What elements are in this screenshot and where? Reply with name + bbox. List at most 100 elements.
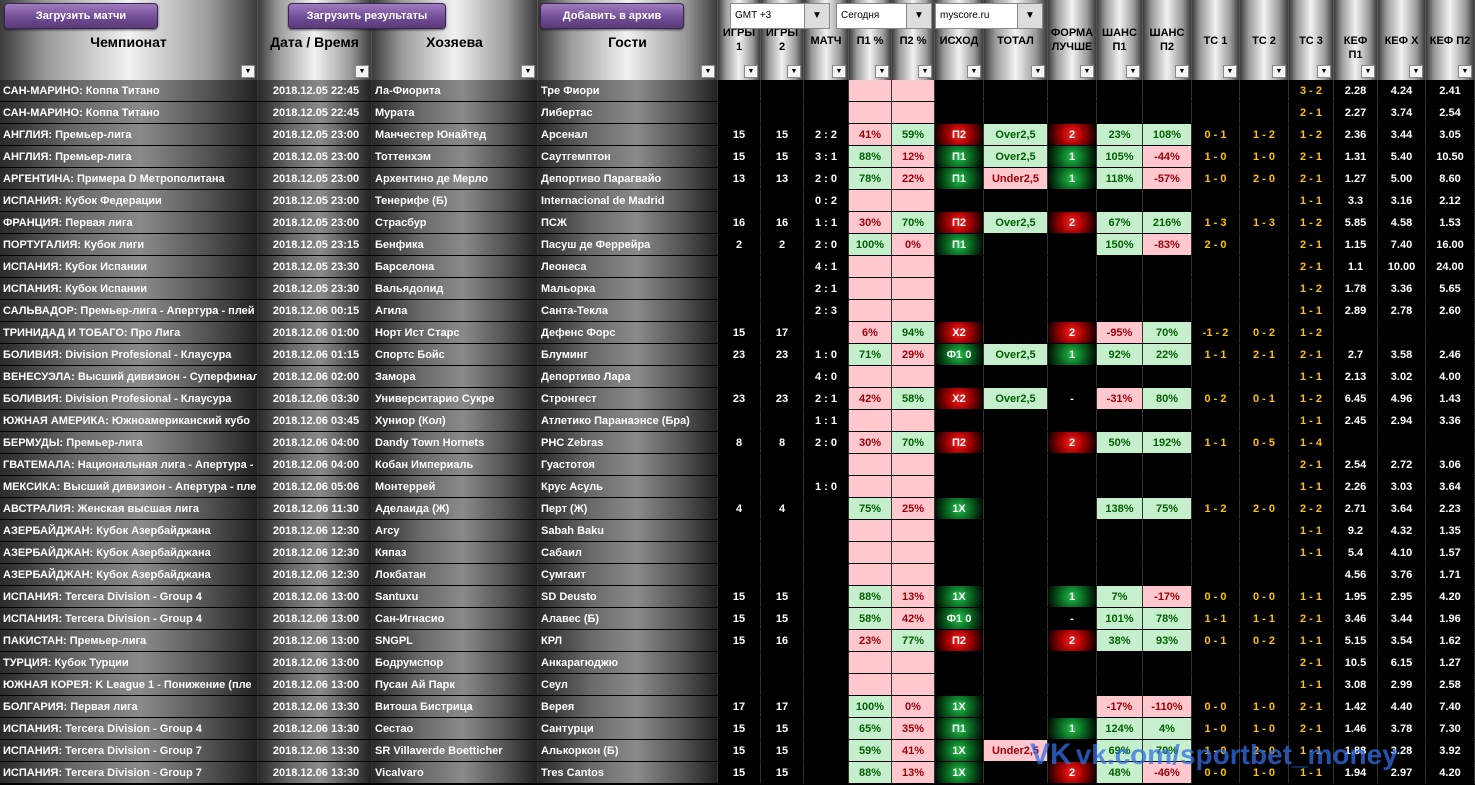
cell-p1[interactable]: [849, 278, 892, 299]
table-row[interactable]: ИСПАНИЯ: Tercera Division - Group 4 2018.…: [0, 608, 1475, 630]
cell-g2[interactable]: 15: [761, 718, 804, 739]
cell-g1[interactable]: 16: [718, 212, 761, 233]
cell-ch1[interactable]: [1097, 454, 1143, 475]
cell-ch1[interactable]: 124%: [1097, 718, 1143, 739]
cell-p1[interactable]: 6%: [849, 322, 892, 343]
cell-ts2[interactable]: [1240, 190, 1289, 211]
cell-ts3[interactable]: 2 - 1: [1289, 256, 1334, 277]
cell-k1[interactable]: 1.46: [1334, 718, 1378, 739]
cell-p2[interactable]: [892, 454, 935, 475]
cell-kx[interactable]: 2.94: [1378, 410, 1426, 431]
cell-match[interactable]: 2 : 0: [804, 234, 849, 255]
cell-g1[interactable]: 2: [718, 234, 761, 255]
filter-dropdown-icon[interactable]: ▼: [1361, 65, 1375, 78]
cell-p1[interactable]: 65%: [849, 718, 892, 739]
cell-ts1[interactable]: 1 - 0: [1192, 146, 1240, 167]
cell-g1[interactable]: [718, 454, 761, 475]
cell-ch1[interactable]: [1097, 102, 1143, 123]
cell-p2[interactable]: 35%: [892, 718, 935, 739]
cell-form[interactable]: [1048, 256, 1097, 277]
cell-out[interactable]: [935, 278, 984, 299]
cell-ch1[interactable]: [1097, 542, 1143, 563]
cell-out[interactable]: [935, 190, 984, 211]
table-row[interactable]: ПОРТУГАЛИЯ: Кубок лиги 2018.12.05 23:15 Бе…: [0, 234, 1475, 256]
cell-k1[interactable]: 6.45: [1334, 388, 1378, 409]
cell-home[interactable]: Страсбур: [372, 212, 538, 233]
cell-ch2[interactable]: [1143, 300, 1192, 321]
cell-k2[interactable]: 10.50: [1426, 146, 1475, 167]
filter-dropdown-icon[interactable]: ▼: [967, 65, 981, 78]
cell-k2[interactable]: 1.53: [1426, 212, 1475, 233]
cell-away[interactable]: Алавес (Б): [538, 608, 718, 629]
cell-champ[interactable]: БОЛИВИЯ: Division Profesional - Клаусура: [0, 344, 258, 365]
cell-g1[interactable]: [718, 652, 761, 673]
cell-ch1[interactable]: [1097, 256, 1143, 277]
cell-ch1[interactable]: [1097, 410, 1143, 431]
cell-ts2[interactable]: [1240, 256, 1289, 277]
cell-kx[interactable]: 6.15: [1378, 652, 1426, 673]
cell-kx[interactable]: 3.58: [1378, 344, 1426, 365]
cell-home[interactable]: Arcy: [372, 520, 538, 541]
cell-k2[interactable]: 2.60: [1426, 300, 1475, 321]
cell-date[interactable]: 2018.12.06 12:30: [258, 564, 372, 585]
cell-date[interactable]: 2018.12.06 02:00: [258, 366, 372, 387]
filter-dropdown-icon[interactable]: ▼: [744, 65, 758, 78]
cell-ch2[interactable]: [1143, 476, 1192, 497]
cell-p1[interactable]: [849, 256, 892, 277]
cell-champ[interactable]: ТУРЦИЯ: Кубок Турции: [0, 652, 258, 673]
cell-total[interactable]: [984, 190, 1048, 211]
cell-form[interactable]: [1048, 542, 1097, 563]
cell-home[interactable]: Тенерифе (Б): [372, 190, 538, 211]
cell-away[interactable]: КРЛ: [538, 630, 718, 651]
cell-away[interactable]: Верея: [538, 696, 718, 717]
cell-p2[interactable]: 77%: [892, 630, 935, 651]
cell-date[interactable]: 2018.12.05 23:00: [258, 124, 372, 145]
cell-total[interactable]: [984, 586, 1048, 607]
cell-form[interactable]: 2: [1048, 322, 1097, 343]
cell-champ[interactable]: БОЛИВИЯ: Division Profesional - Клаусура: [0, 388, 258, 409]
cell-k1[interactable]: 1.95: [1334, 586, 1378, 607]
cell-ch1[interactable]: [1097, 520, 1143, 541]
cell-k1[interactable]: 3.46: [1334, 608, 1378, 629]
cell-k2[interactable]: 4.00: [1426, 366, 1475, 387]
cell-date[interactable]: 2018.12.05 23:15: [258, 234, 372, 255]
cell-ts2[interactable]: [1240, 652, 1289, 673]
cell-champ[interactable]: ЮЖНАЯ АМЕРИКА: Южноамериканский кубо: [0, 410, 258, 431]
cell-g1[interactable]: 15: [718, 124, 761, 145]
cell-g1[interactable]: [718, 410, 761, 431]
cell-ts2[interactable]: [1240, 80, 1289, 101]
cell-home[interactable]: Спортс Бойс: [372, 344, 538, 365]
cell-match[interactable]: 4 : 1: [804, 256, 849, 277]
cell-out[interactable]: П2: [935, 124, 984, 145]
cell-ch2[interactable]: 75%: [1143, 498, 1192, 519]
timezone-dropdown[interactable]: GMT +3 ▼: [730, 3, 830, 29]
cell-total[interactable]: [984, 454, 1048, 475]
cell-g2[interactable]: [761, 102, 804, 123]
cell-match[interactable]: 2 : 0: [804, 432, 849, 453]
cell-k1[interactable]: 5.4: [1334, 542, 1378, 563]
cell-form[interactable]: [1048, 696, 1097, 717]
cell-ch2[interactable]: [1143, 80, 1192, 101]
cell-match[interactable]: 1 : 1: [804, 410, 849, 431]
cell-total[interactable]: Under2,5: [984, 168, 1048, 189]
cell-k2[interactable]: 7.30: [1426, 718, 1475, 739]
cell-total[interactable]: [984, 674, 1048, 695]
table-row[interactable]: АЗЕРБАЙДЖАН: Кубок Азербайджана 2018.12.0…: [0, 542, 1475, 564]
cell-p2[interactable]: [892, 410, 935, 431]
cell-ts1[interactable]: 0 - 1: [1192, 124, 1240, 145]
cell-p1[interactable]: [849, 102, 892, 123]
cell-ts1[interactable]: 0 - 2: [1192, 388, 1240, 409]
cell-g2[interactable]: [761, 520, 804, 541]
cell-out[interactable]: Х2: [935, 322, 984, 343]
table-row[interactable]: ЮЖНАЯ КОРЕЯ: K League 1 - Понижение (пле…: [0, 674, 1475, 696]
cell-total[interactable]: [984, 696, 1048, 717]
cell-total[interactable]: Over2,5: [984, 344, 1048, 365]
cell-date[interactable]: 2018.12.06 12:30: [258, 542, 372, 563]
filter-dropdown-icon[interactable]: ▼: [1272, 65, 1286, 78]
cell-ts3[interactable]: 2 - 2: [1289, 498, 1334, 519]
cell-champ[interactable]: АРГЕНТИНА: Примера D Метрополитана: [0, 168, 258, 189]
cell-out[interactable]: [935, 366, 984, 387]
cell-home[interactable]: Вальядолид: [372, 278, 538, 299]
cell-k2[interactable]: 2.54: [1426, 102, 1475, 123]
cell-form[interactable]: 1: [1048, 718, 1097, 739]
